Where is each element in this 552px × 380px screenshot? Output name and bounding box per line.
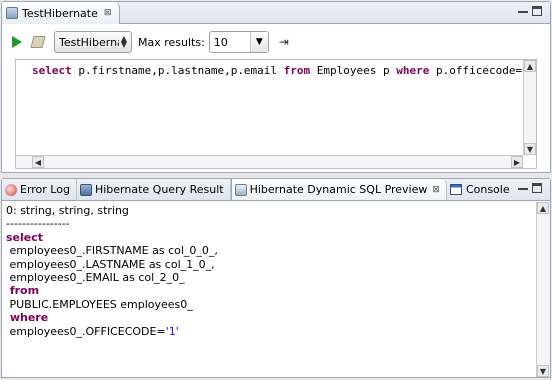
sql-keyword-select: select [6,230,44,244]
scroll-up-icon[interactable]: ▲ [524,60,536,72]
scroll-down-icon[interactable]: ▼ [524,143,536,155]
sql-preview-output: 0: string, string, string --------------… [2,202,536,377]
views-tabbar: Error Log Hibernate Query Result Hiberna… [2,179,550,201]
query-condition: p.officecode= [429,64,523,77]
editor-tabbar: TestHibernate ⊠ [2,2,550,24]
error-log-icon [5,183,17,196]
max-results-combo[interactable]: 10 ▼ [208,31,269,53]
scroll-left-icon[interactable]: ◀ [32,156,44,168]
console-icon [449,184,462,195]
minimize-icon[interactable] [518,184,528,190]
tab-label: Error Log [20,183,70,196]
tab-hibernate-dynamic-sql-preview[interactable]: Hibernate Dynamic SQL Preview ⊠ [230,179,447,200]
console-configuration-select[interactable]: TestHibernat ▲▼ [54,31,132,53]
tab-label: Hibernate Query Result [94,183,224,196]
query-fields: p.firstname,p.lastname,p.email [71,64,284,77]
tab-label: TestHibernate [22,6,98,20]
sql-table: PUBLIC.EMPLOYEES employees0_ [6,297,193,311]
views-pane: Error Log Hibernate Query Result Hiberna… [1,178,551,378]
query-result-icon [79,183,92,196]
result-types: 0: string, string, string [6,204,129,217]
query-toolbar: TestHibernat ▲▼ Max results: 10 ▼ ⇥ [2,27,550,57]
tab-error-log[interactable]: Error Log [2,179,77,200]
keyword-where: where [396,64,430,77]
pin-icon[interactable]: ⇥ [279,35,289,49]
sql-column: employees0_.EMAIL as col_2_0_ [6,271,185,285]
output-vertical-scrollbar[interactable]: ▲ ▼ [536,202,550,377]
config-select-value: TestHibernat [59,35,119,49]
close-icon[interactable]: ⊠ [432,185,440,195]
close-icon[interactable]: ⊠ [104,8,112,18]
scroll-right-icon[interactable]: ▶ [511,156,523,168]
minimize-icon[interactable] [518,7,528,13]
hql-editor-icon [6,7,18,19]
chevron-down-icon[interactable]: ▼ [249,32,268,52]
hql-query-text[interactable]: select p.firstname,p.lastname,p.email fr… [32,64,537,78]
sql-keyword-where: where [6,311,49,325]
separator: ---------------- [6,217,70,231]
sql-condition-value: '1' [165,324,179,338]
editor-vertical-scrollbar[interactable]: ▲ ▼ [523,60,536,155]
editor-horizontal-scrollbar[interactable]: ◀ ▶ [16,155,523,168]
sql-column: employees0_.FIRSTNAME as col_0_0_, [6,244,218,258]
max-results-value: 10 [213,35,228,49]
max-results-label: Max results: [138,35,205,49]
query-entity: Employees p [310,64,397,77]
run-hql-icon[interactable] [12,36,22,48]
scroll-down-icon[interactable]: ▼ [537,365,549,377]
sql-keyword-from: from [6,284,40,298]
tab-label: Hibernate Dynamic SQL Preview [249,183,428,196]
tab-label: Console [465,183,510,196]
maximize-icon[interactable] [532,183,542,193]
sql-condition: employees0_.OFFICECODE='1' [6,325,532,338]
keyword-select: select [32,64,72,77]
sql-column: employees0_.LASTNAME as col_1_0_, [6,257,215,271]
scroll-up-icon[interactable]: ▲ [537,202,549,214]
up-down-icon: ▲ ▼ [120,34,127,49]
keyword-from: from [283,64,311,77]
tab-console[interactable]: Console [447,179,516,200]
tab-hibernate-query-result[interactable]: Hibernate Query Result [77,179,231,200]
clear-icon[interactable] [30,36,46,48]
query-editor-pane: TestHibernate ⊠ TestHibernat ▲▼ Max resu… [1,1,551,173]
maximize-icon[interactable] [532,6,542,16]
tab-testhibernate[interactable]: TestHibernate ⊠ [2,2,120,24]
hql-editor[interactable]: select p.firstname,p.lastname,p.email fr… [15,59,537,169]
sql-condition-column: employees0_.OFFICECODE= [6,324,166,338]
sql-preview-icon [234,183,247,196]
